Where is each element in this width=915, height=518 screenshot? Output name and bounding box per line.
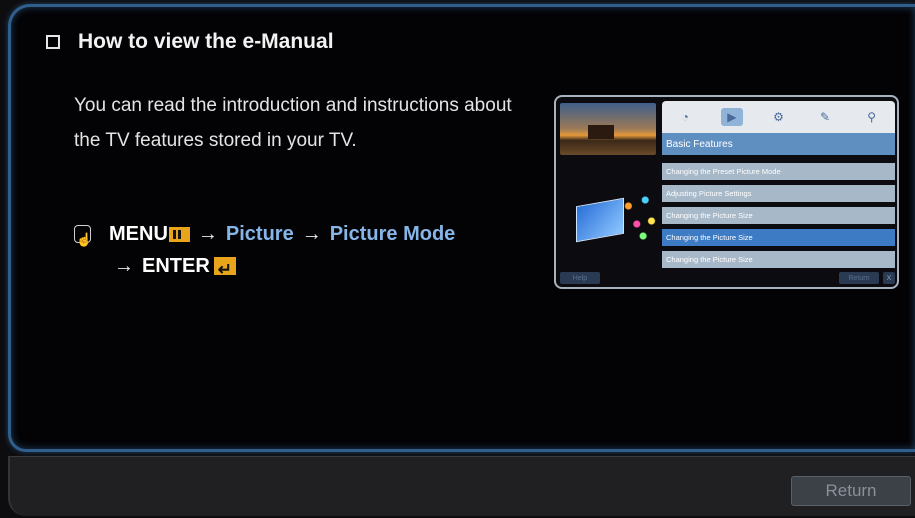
list-item: Changing the Picture Size — [662, 251, 895, 268]
enter-button-icon — [213, 254, 236, 286]
enter-label: ENTER — [142, 255, 210, 277]
thumbnail-return-button: Return — [839, 272, 879, 284]
remote-icon — [74, 224, 92, 256]
edit-icon: ✎ — [820, 110, 831, 124]
return-button[interactable]: Return — [791, 476, 911, 506]
page-title: How to view the e-Manual — [78, 30, 334, 53]
arrow-icon: → — [197, 223, 218, 245]
menu-path: MENU → Picture → Picture Mode → ENTER — [74, 218, 456, 286]
picture-tab-icon: ▶ — [720, 108, 743, 126]
decoration — [620, 188, 662, 248]
description-text: You can read the introduction and instru… — [74, 95, 512, 151]
disc-icon: ◔ — [681, 110, 689, 124]
tv-icon — [576, 197, 624, 243]
arrow-icon: → — [114, 255, 134, 277]
tv-graphic — [576, 182, 662, 262]
arrow-icon: → — [301, 223, 322, 245]
emanual-screenshot: ◔ ▶ ⚙ ✎ ⚲ Basic Features Changing the Pr… — [554, 95, 899, 289]
category-tabs: ◔ ▶ ⚙ ✎ ⚲ — [662, 101, 895, 133]
section-heading: How to view the e-Manual — [46, 30, 334, 54]
menu-label: MENU — [109, 223, 168, 245]
thumbnail-help-button: Help — [560, 272, 600, 284]
landscape-image — [560, 103, 656, 155]
checkbox-icon — [46, 35, 60, 49]
settings-icon: ⚙ — [773, 110, 784, 124]
screen: How to view the e-Manual You can read th… — [0, 0, 915, 518]
list-item: Changing the Preset Picture Mode — [662, 163, 895, 180]
picture-mode-link[interactable]: Picture Mode — [330, 218, 456, 250]
list-item: Adjusting Picture Settings — [662, 185, 895, 202]
search-icon: ⚲ — [867, 110, 877, 124]
menu-button-icon — [168, 226, 190, 242]
thumbnail-list: Changing the Preset Picture Mode Adjusti… — [662, 163, 895, 273]
footer-bar — [8, 456, 915, 516]
thumbnail-close-button: X — [883, 272, 895, 284]
thumbnail-title: Basic Features — [662, 133, 895, 155]
list-item-selected: Changing the Picture Size — [662, 229, 895, 246]
picture-link[interactable]: Picture — [226, 218, 294, 250]
list-item: Changing the Picture Size — [662, 207, 895, 224]
